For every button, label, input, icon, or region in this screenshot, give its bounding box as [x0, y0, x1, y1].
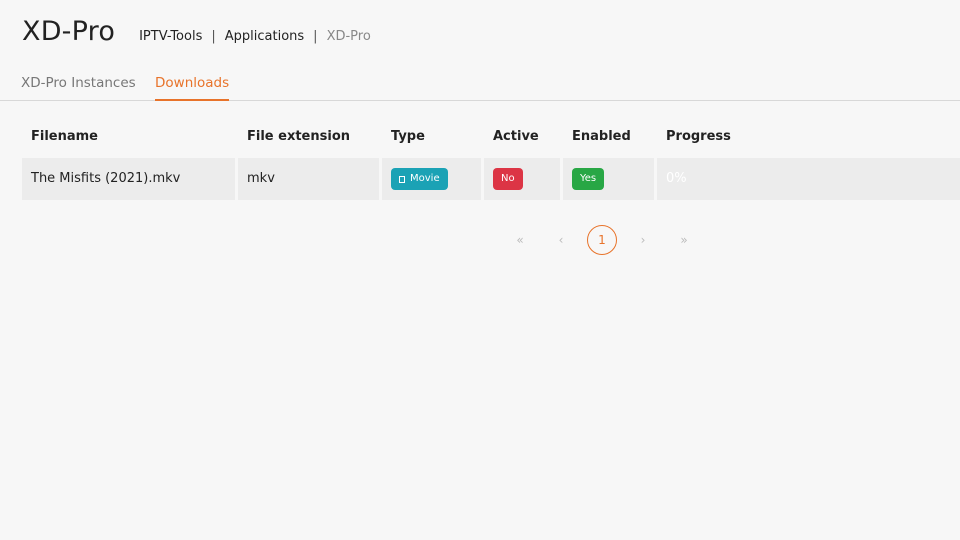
cell-file-extension: mkv [238, 158, 379, 200]
previous-page-button[interactable]: ‹ [546, 225, 576, 255]
downloads-table: Filename File extension Type Active Enab… [22, 118, 960, 200]
table-row[interactable]: The Misfits (2021).mkv mkv Movie No Yes … [22, 158, 960, 200]
breadcrumb-separator: | [313, 29, 318, 44]
breadcrumb-current: XD-Pro [326, 29, 371, 44]
progress-value: 0% [666, 171, 687, 186]
type-badge-label: Movie [410, 173, 440, 184]
page-1-button[interactable]: 1 [587, 225, 617, 255]
column-header-enabled[interactable]: Enabled [563, 118, 657, 156]
table-header: Filename File extension Type Active Enab… [22, 118, 960, 156]
pagination: « ‹ 1 › » [505, 225, 710, 255]
cell-type: Movie [382, 158, 481, 200]
active-badge: No [493, 168, 523, 190]
breadcrumb: IPTV-Tools | Applications | XD-Pro [139, 29, 371, 44]
column-header-progress[interactable]: Progress [657, 118, 960, 156]
column-header-file-extension[interactable]: File extension [238, 118, 382, 156]
breadcrumb-separator: | [211, 29, 216, 44]
column-header-filename[interactable]: Filename [22, 118, 238, 156]
next-page-button[interactable]: › [628, 225, 658, 255]
film-icon [399, 175, 405, 183]
tab-bar: XD-Pro Instances Downloads [0, 72, 960, 101]
cell-filename: The Misfits (2021).mkv [22, 158, 235, 200]
page-header: XD-Pro IPTV-Tools | Applications | XD-Pr… [22, 16, 371, 47]
page-title: XD-Pro [22, 16, 116, 47]
cell-enabled: Yes [563, 158, 654, 200]
tab-downloads[interactable]: Downloads [155, 75, 230, 101]
tab-xd-pro-instances[interactable]: XD-Pro Instances [21, 75, 136, 99]
enabled-badge: Yes [572, 168, 605, 190]
cell-active: No [484, 158, 560, 200]
last-page-button[interactable]: » [669, 225, 699, 255]
column-header-type[interactable]: Type [382, 118, 484, 156]
column-header-active[interactable]: Active [484, 118, 563, 156]
type-badge: Movie [391, 168, 448, 190]
breadcrumb-applications[interactable]: Applications [225, 29, 304, 44]
breadcrumb-iptv-tools[interactable]: IPTV-Tools [139, 29, 202, 44]
cell-progress: 0% [657, 158, 960, 200]
first-page-button[interactable]: « [505, 225, 535, 255]
